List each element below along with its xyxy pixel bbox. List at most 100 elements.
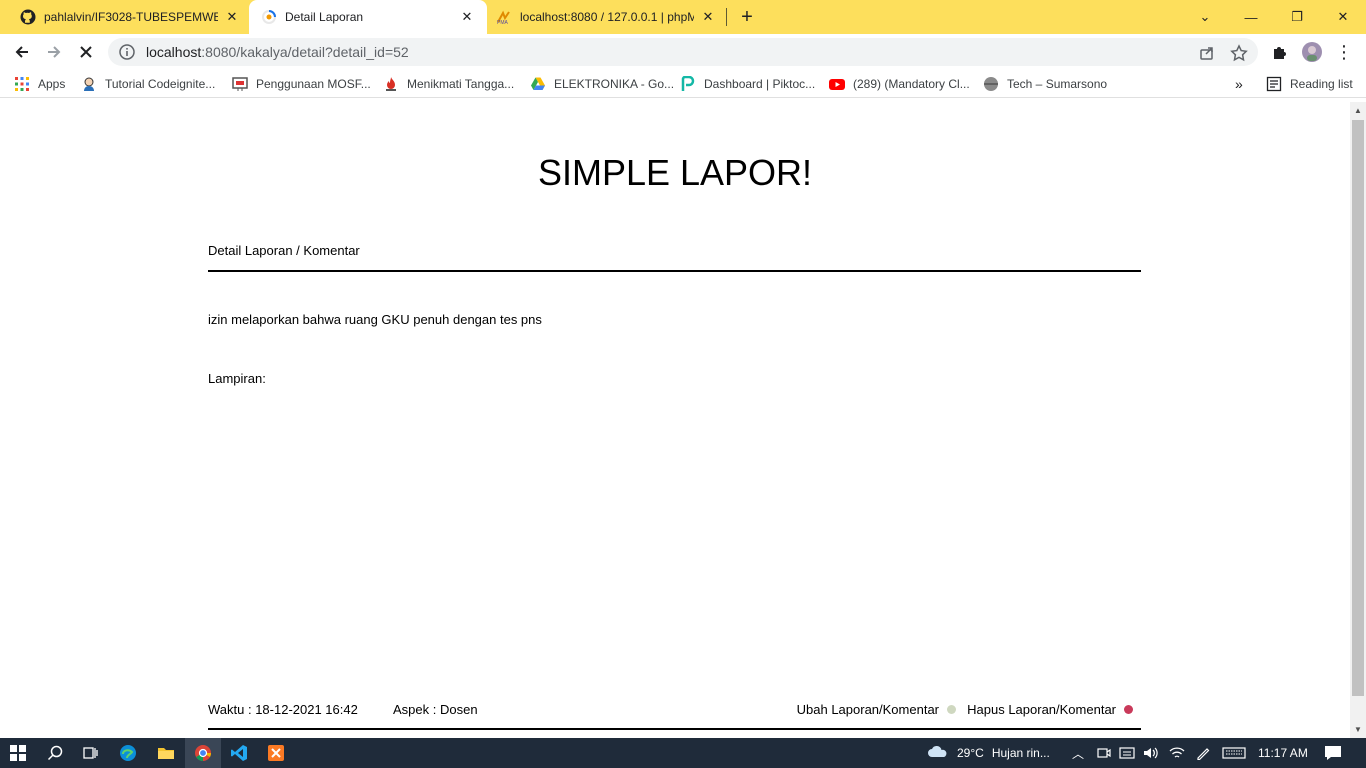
chrome-icon bbox=[195, 745, 212, 761]
kebab-menu-icon: ⋮ bbox=[1335, 41, 1353, 62]
delete-report-link[interactable]: Hapus Laporan/Komentar bbox=[967, 702, 1133, 717]
report-footer: Waktu : 18-12-2021 16:42 Aspek : Dosen U… bbox=[208, 702, 1141, 720]
vscode-icon bbox=[231, 745, 247, 761]
url-path: :8080/kakalya/detail?detail_id=52 bbox=[201, 44, 409, 60]
reading-list-label: Reading list bbox=[1290, 77, 1353, 91]
tab-github[interactable]: pahlalvin/IF3028-TUBESPEMWEB ✕ bbox=[12, 0, 248, 34]
edge-taskbar-button[interactable] bbox=[110, 738, 146, 768]
address-bar[interactable]: localhost:8080/kakalya/detail?detail_id=… bbox=[108, 38, 1258, 66]
reading-list-button[interactable]: Reading list bbox=[1266, 75, 1353, 93]
wifi-icon[interactable] bbox=[1169, 738, 1185, 768]
vscode-taskbar-button[interactable] bbox=[221, 738, 257, 768]
restore-button[interactable]: ❐ bbox=[1274, 0, 1320, 34]
tab-phpmyadmin[interactable]: PMA localhost:8080 / 127.0.0.1 | phpM ✕ bbox=[488, 0, 724, 34]
close-tab-icon[interactable]: ✕ bbox=[700, 9, 716, 25]
bookmark-elektronika[interactable]: ELEKTRONIKA - Go... bbox=[530, 75, 674, 93]
delete-dot-icon bbox=[1124, 705, 1133, 714]
piktochart-icon bbox=[681, 76, 695, 91]
bookmark-youtube[interactable]: (289) (Mandatory Cl... bbox=[829, 75, 970, 93]
menu-button[interactable]: ⋮ bbox=[1330, 38, 1358, 66]
bookmark-label: Tech – Sumarsono bbox=[1007, 77, 1108, 91]
chevron-up-icon: ︿ bbox=[1072, 746, 1085, 761]
search-button[interactable] bbox=[37, 738, 73, 768]
notification-icon bbox=[1325, 746, 1341, 760]
report-text: izin melaporkan bahwa ruang GKU penuh de… bbox=[208, 312, 542, 327]
scroll-up-icon[interactable]: ▲ bbox=[1354, 106, 1362, 115]
tab-label: Detail Laporan bbox=[285, 10, 364, 24]
bookmark-tech-sumarsono[interactable]: Tech – Sumarsono bbox=[983, 75, 1107, 93]
section-heading: Detail Laporan / Komentar bbox=[208, 243, 360, 258]
show-hidden-icons-button[interactable]: ︿ bbox=[1072, 738, 1084, 768]
close-tab-icon[interactable]: ✕ bbox=[459, 9, 475, 25]
minimize-button[interactable]: — bbox=[1228, 0, 1274, 34]
header-divider bbox=[208, 270, 1141, 272]
task-view-button[interactable] bbox=[72, 738, 108, 768]
chrome-taskbar-button[interactable] bbox=[185, 738, 221, 768]
keyboard-language-icon bbox=[1119, 747, 1135, 759]
new-tab-button[interactable]: + bbox=[735, 6, 759, 28]
scrollbar-thumb[interactable] bbox=[1352, 120, 1364, 696]
share-icon[interactable] bbox=[1198, 44, 1216, 62]
bookmark-label: Menikmati Tangga... bbox=[407, 77, 515, 91]
profile-avatar[interactable] bbox=[1298, 38, 1326, 66]
google-drive-icon bbox=[531, 77, 545, 90]
ime-indicator-icon[interactable] bbox=[1119, 738, 1135, 768]
edit-report-label: Ubah Laporan/Komentar bbox=[796, 702, 939, 717]
bookmark-apps[interactable]: Apps bbox=[14, 75, 65, 93]
weather-temp: 29°C bbox=[957, 746, 984, 760]
tab-separator bbox=[726, 8, 727, 26]
tab-detail-laporan[interactable]: Detail Laporan ✕ bbox=[249, 0, 487, 34]
apps-grid-icon bbox=[15, 77, 29, 91]
bookmark-label: Dashboard | Piktoc... bbox=[704, 77, 816, 91]
meet-now-icon[interactable] bbox=[1097, 738, 1111, 768]
svg-text:PMA: PMA bbox=[497, 20, 509, 25]
bookmark-label: ELEKTRONIKA - Go... bbox=[554, 77, 675, 91]
page-scrollbar[interactable]: ▲ ▼ bbox=[1350, 102, 1366, 738]
cloud-rain-icon bbox=[928, 745, 947, 757]
info-icon[interactable] bbox=[118, 43, 136, 61]
attachment-label: Lampiran: bbox=[208, 371, 266, 386]
forward-button[interactable] bbox=[40, 38, 68, 66]
pen-workspace-icon bbox=[1197, 748, 1210, 760]
browser-toolbar: localhost:8080/kakalya/detail?detail_id=… bbox=[0, 34, 1366, 70]
bookmark-dashboard-piktochart[interactable]: Dashboard | Piktoc... bbox=[680, 75, 815, 93]
globe-icon bbox=[984, 77, 998, 91]
close-window-button[interactable]: ✕ bbox=[1320, 0, 1366, 34]
stop-loading-button[interactable] bbox=[72, 38, 100, 66]
notifications-button[interactable] bbox=[1324, 738, 1342, 768]
slides-icon bbox=[232, 77, 248, 91]
touch-keyboard-icon[interactable] bbox=[1222, 738, 1246, 768]
start-button[interactable] bbox=[0, 738, 36, 768]
report-time: Waktu : 18-12-2021 16:42 bbox=[208, 702, 358, 717]
tab-search-chevron-icon[interactable]: ⌄ bbox=[1182, 0, 1228, 34]
bookmark-label: Apps bbox=[38, 77, 66, 91]
xampp-taskbar-button[interactable] bbox=[258, 738, 294, 768]
search-icon bbox=[47, 745, 63, 761]
report-aspect: Aspek : Dosen bbox=[393, 702, 478, 717]
edge-icon bbox=[120, 745, 136, 761]
file-explorer-taskbar-button[interactable] bbox=[148, 738, 184, 768]
more-bookmarks-chevron-icon[interactable]: » bbox=[1235, 75, 1243, 93]
edit-report-link[interactable]: Ubah Laporan/Komentar bbox=[797, 702, 956, 717]
star-icon[interactable] bbox=[1230, 44, 1248, 62]
pen-icon[interactable] bbox=[1195, 738, 1211, 768]
xampp-icon bbox=[268, 745, 284, 761]
close-tab-icon[interactable]: ✕ bbox=[224, 9, 240, 25]
page-content: SIMPLE LAPOR! Detail Laporan / Komentar … bbox=[0, 102, 1350, 738]
extensions-button[interactable] bbox=[1266, 38, 1294, 66]
speaker-icon bbox=[1144, 747, 1158, 759]
avatar-icon bbox=[1302, 42, 1322, 62]
bookmark-menikmati-tangga[interactable]: Menikmati Tangga... bbox=[383, 75, 514, 93]
weather-widget[interactable]: 29°C Hujan rin... bbox=[927, 738, 1050, 768]
clock-time: 11:17 AM bbox=[1258, 746, 1308, 760]
volume-icon[interactable] bbox=[1143, 738, 1159, 768]
scroll-down-icon[interactable]: ▼ bbox=[1354, 725, 1362, 734]
bookmark-label: Penggunaan MOSF... bbox=[256, 77, 371, 91]
avatar-icon bbox=[84, 77, 94, 91]
footer-divider bbox=[208, 728, 1141, 730]
bookmark-penggunaan-mosf[interactable]: Penggunaan MOSF... bbox=[232, 75, 371, 93]
bookmark-tutorial-codeigniter[interactable]: Tutorial Codeignite... bbox=[81, 75, 215, 93]
reading-list-icon bbox=[1266, 76, 1282, 92]
clock[interactable]: 11:17 AM bbox=[1258, 738, 1308, 768]
back-button[interactable] bbox=[8, 38, 36, 66]
